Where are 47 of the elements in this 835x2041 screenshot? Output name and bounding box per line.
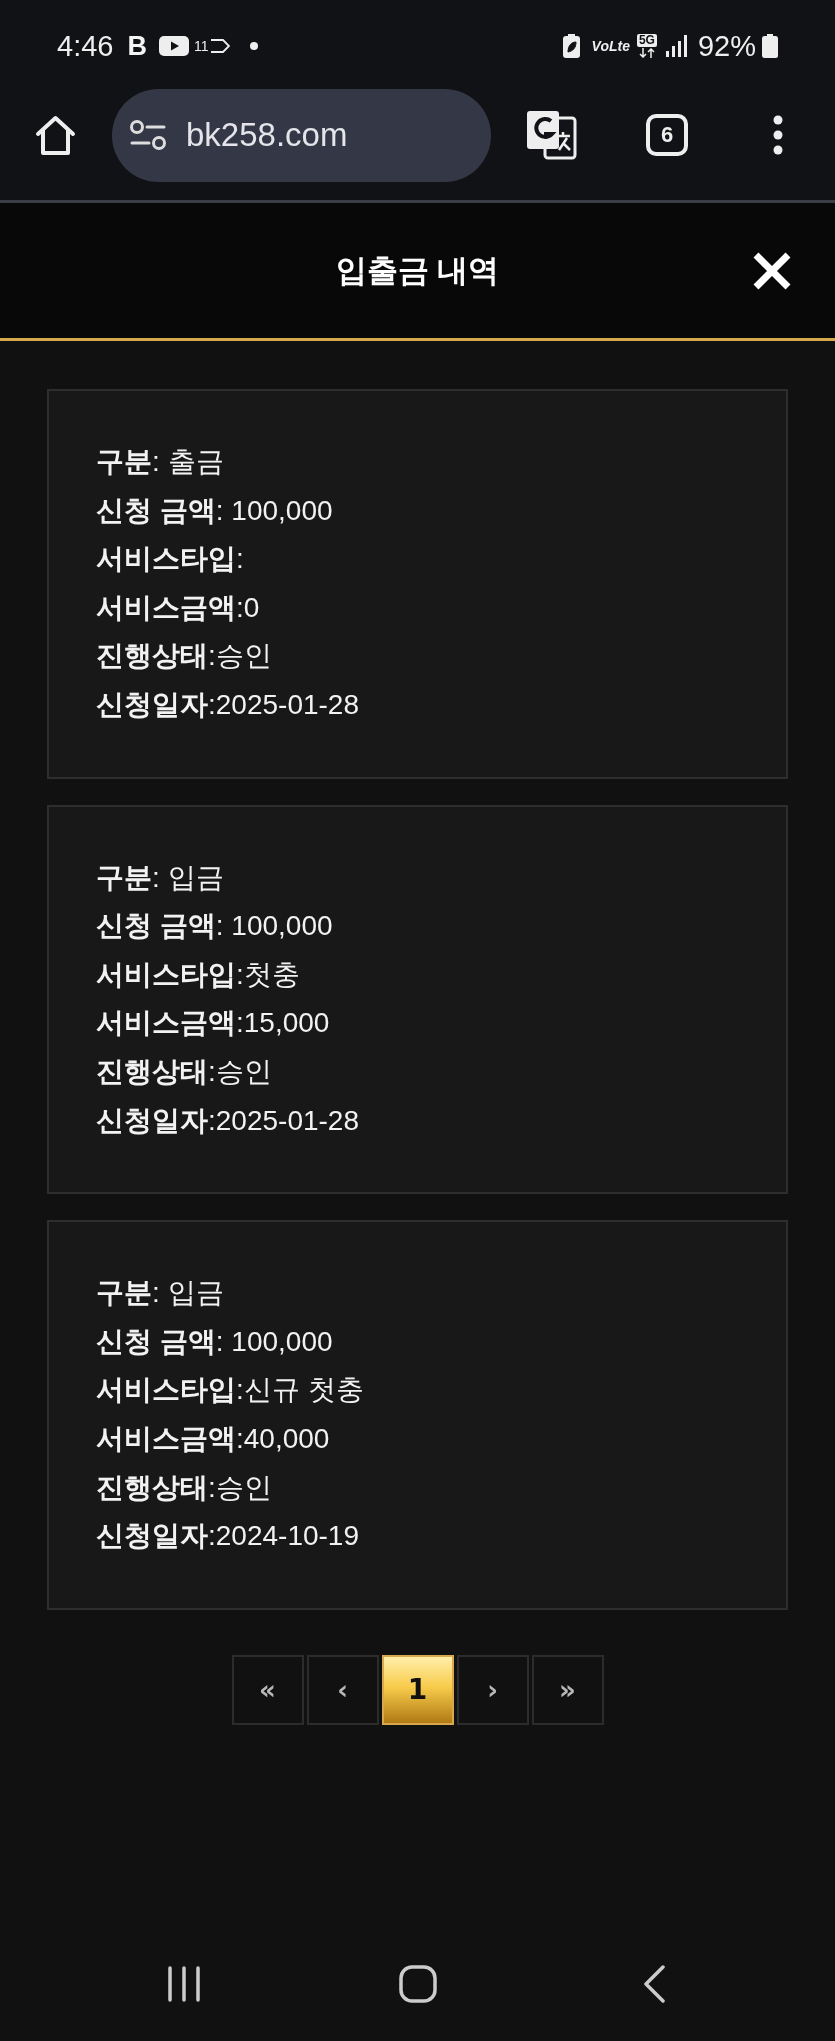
service-amount-text: 서비스금액:15,000 — [96, 1006, 331, 1041]
notification-dot-icon — [249, 42, 258, 50]
app-logo: B — [127, 31, 147, 61]
request-date-text: 신청일자:2024-10-19 — [96, 1519, 360, 1554]
translate-icon[interactable] — [526, 110, 577, 160]
page-button[interactable]: « — [231, 1654, 304, 1725]
page-button[interactable]: › — [456, 1654, 529, 1725]
requested-amount-text: 신청 금액: 100,000 — [96, 1324, 334, 1359]
home-icon[interactable] — [35, 114, 76, 156]
status-text: 진행상태:승인 — [96, 1054, 273, 1089]
data-arrows-icon — [638, 48, 655, 58]
request-date-text: 신청일자:2025-01-28 — [96, 687, 360, 722]
network-type-label: 5G — [636, 34, 657, 47]
service-type-text: 서비스타입:신규 첫충 — [96, 1373, 365, 1408]
service-amount-text: 서비스금액:0 — [96, 590, 261, 625]
battery-percent: 92% — [697, 29, 756, 64]
category-text: 구분: 출금 — [96, 445, 225, 479]
service-type-text: 서비스타입:첫충 — [96, 957, 301, 992]
tab-count-button[interactable]: 6 — [646, 114, 688, 156]
tag-icon — [209, 39, 230, 53]
recent-apps-icon[interactable] — [167, 1966, 201, 2002]
volte-label: VoLte — [591, 37, 630, 56]
close-icon[interactable] — [752, 250, 792, 291]
requested-amount-text: 신청 금액: 100,000 — [96, 909, 334, 944]
battery-saver-icon — [562, 34, 580, 58]
page-button[interactable]: ‹ — [306, 1654, 379, 1725]
status-text: 진행상태:승인 — [96, 1470, 273, 1505]
address-bar[interactable]: bk258.com — [112, 88, 491, 182]
service-type-text: 서비스타입: — [96, 542, 245, 577]
service-amount-text: 서비스금액:40,000 — [96, 1421, 331, 1456]
page-title: 입출금 내역 — [335, 251, 500, 290]
status-text: 진행상태:승인 — [96, 639, 273, 674]
category-text: 구분: 입금 — [96, 1276, 225, 1311]
status-time: 4:46 — [57, 29, 114, 64]
back-icon[interactable] — [643, 1965, 665, 2003]
page-button[interactable]: 1 — [381, 1654, 454, 1725]
battery-icon — [762, 34, 778, 58]
menu-icon[interactable] — [773, 115, 783, 155]
play-button-icon — [158, 36, 189, 56]
page-button[interactable]: » — [531, 1654, 604, 1725]
signal-icon — [665, 35, 688, 57]
category-text: 구분: 입금 — [96, 860, 225, 895]
requested-amount-text: 신청 금액: 100,000 — [96, 493, 334, 528]
request-date-text: 신청일자:2025-01-28 — [96, 1103, 360, 1138]
home-button-icon[interactable] — [399, 1965, 437, 2003]
notification-count: 11 — [193, 37, 209, 56]
tune-icon[interactable] — [130, 120, 166, 150]
